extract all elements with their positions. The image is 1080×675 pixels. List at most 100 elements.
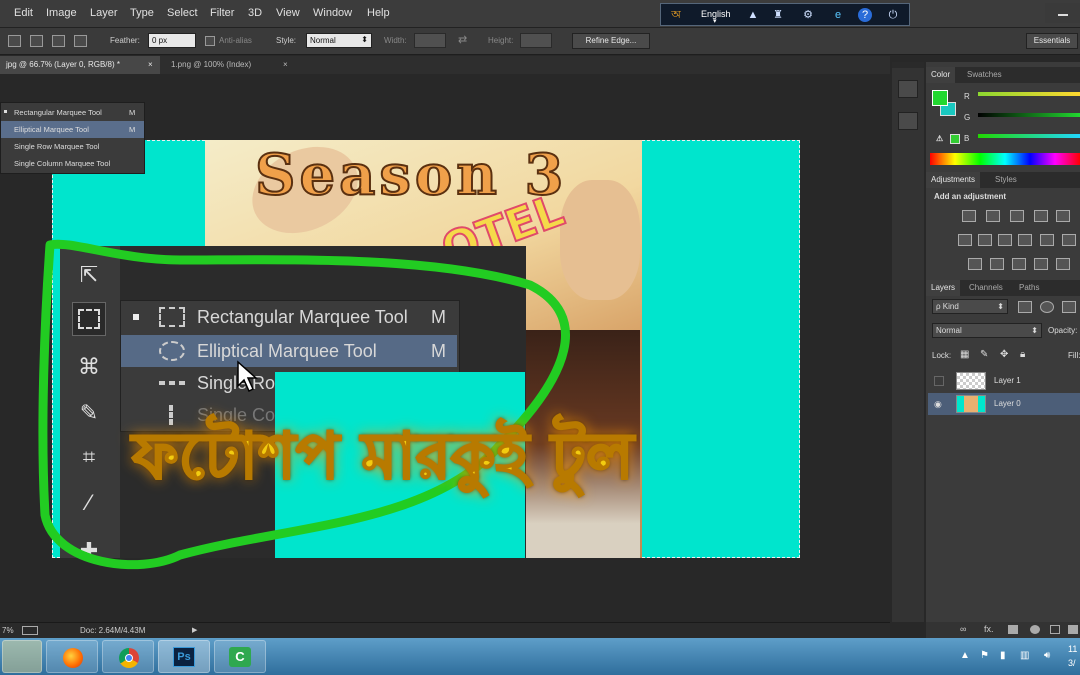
filter-pixel-icon[interactable] [1018,301,1032,313]
swap-icon[interactable]: ⇄ [458,33,467,46]
brightness-icon[interactable] [962,210,976,222]
internet-explorer-icon[interactable]: e [831,8,845,22]
tab-swatches[interactable]: Swatches [962,67,1007,83]
flyout-single-row[interactable]: Single Row Marquee Tool [1,138,144,155]
width-input[interactable] [414,33,446,48]
lock-all-icon[interactable]: 🔒︎ [1020,349,1025,360]
visibility-toggle[interactable] [934,376,944,386]
tab-adjustments[interactable]: Adjustments [926,172,981,188]
workspace-button[interactable]: Essentials [1026,33,1078,49]
chrome-icon[interactable] [102,640,154,673]
menu-image[interactable]: Image [46,7,77,19]
menu-layer[interactable]: Layer [90,7,118,19]
file-explorer-icon[interactable] [2,640,42,673]
new-adjustment-icon[interactable] [1030,625,1040,634]
tab-color[interactable]: Color [926,67,956,83]
flyout-elliptical[interactable]: Elliptical Marquee Tool M [1,121,144,138]
layer-row[interactable]: ◉ Layer 0 [928,393,1080,415]
menu-select[interactable]: Select [167,7,198,19]
vibrance-icon[interactable] [1056,210,1070,222]
r-slider[interactable] [978,92,1080,96]
filter-type-icon[interactable] [1062,301,1076,313]
firefox-icon[interactable] [46,640,98,673]
tab-styles[interactable]: Styles [990,172,1022,188]
selective-color-icon[interactable] [1034,258,1048,270]
new-selection-icon[interactable] [8,35,21,47]
gear-icon[interactable]: ⚙ [801,8,815,22]
status-menu-arrow-icon[interactable]: ▶ [192,626,197,634]
web-color-swatch[interactable] [950,134,960,144]
photo-filter-icon[interactable] [1018,234,1032,246]
color-spectrum[interactable] [930,153,1080,165]
menu-type[interactable]: Type [130,7,154,19]
new-group-icon[interactable] [1050,625,1060,634]
channel-mixer-icon[interactable] [1040,234,1054,246]
flyout-rectangular[interactable]: Rectangular Marquee Tool M [1,104,144,121]
layer-filter-select[interactable]: ρ Kind ⬍ [932,299,1008,314]
lock-transparent-icon[interactable]: ▦ [960,349,969,360]
layer-row[interactable]: Layer 1 [928,370,1080,392]
lock-move-icon[interactable]: ✥ [1000,349,1008,360]
language-bar[interactable]: অ English ▾ ▲ ♜ ⚙ e ? ⏻ [660,3,910,26]
menu-view[interactable]: View [276,7,300,19]
style-select[interactable]: Normal ⬍ [306,33,372,48]
foreground-color-swatch[interactable] [932,90,948,106]
clock-time[interactable]: 11 [1068,644,1077,654]
menu-filter[interactable]: Filter [210,7,234,19]
intersect-selection-icon[interactable] [74,35,87,47]
menu-3d[interactable]: 3D [248,7,262,19]
close-icon[interactable]: × [283,56,288,74]
dock-grip[interactable] [892,62,924,68]
menu-window[interactable]: Window [313,7,352,19]
feather-input[interactable]: 0 px [148,33,196,48]
eye-icon[interactable]: ◉ [934,399,944,409]
properties-icon[interactable] [898,112,918,130]
posterize-icon[interactable] [990,258,1004,270]
zoom-level[interactable]: 7% [2,626,14,635]
add-selection-icon[interactable] [30,35,43,47]
color-lookup-icon[interactable] [1062,234,1076,246]
tab-channels[interactable]: Channels [964,280,1008,296]
fx-icon[interactable]: fx. [984,624,994,634]
blend-mode-select[interactable]: Normal ⬍ [932,323,1042,338]
history-icon[interactable] [898,80,918,98]
levels-icon[interactable] [986,210,1000,222]
antialias-checkbox[interactable] [205,36,215,46]
black-white-icon[interactable] [998,234,1012,246]
close-icon[interactable]: × [148,56,153,74]
menu-edit[interactable]: Edit [14,7,33,19]
tab-document-1[interactable]: jpg @ 66.7% (Layer 0, RGB/8) * × [0,56,160,74]
power-icon[interactable]: ⏻ [886,8,900,22]
photoshop-icon[interactable]: Ps [158,640,210,673]
tab-paths[interactable]: Paths [1014,280,1044,296]
camtasia-icon[interactable]: C [214,640,266,673]
minimize-icon[interactable] [1045,3,1080,23]
b-slider[interactable] [978,134,1080,138]
invert-icon[interactable] [968,258,982,270]
new-layer-icon[interactable] [1068,625,1078,634]
tool-icon[interactable]: ♜ [771,8,785,22]
add-mask-icon[interactable] [1008,625,1018,634]
filter-adjustment-icon[interactable] [1040,301,1054,313]
gradient-map-icon[interactable] [1056,258,1070,270]
color-balance-icon[interactable] [978,234,992,246]
help-icon[interactable]: ? [858,8,872,22]
threshold-icon[interactable] [1012,258,1026,270]
exposure-icon[interactable] [1034,210,1048,222]
flyout-single-column[interactable]: Single Column Marquee Tool [1,155,144,172]
tab-document-2[interactable]: 1.png @ 100% (Index) × [165,56,295,74]
keyboard-icon[interactable]: ▲ [746,8,760,22]
battery-icon[interactable]: ▮ [1000,650,1006,661]
clock-date[interactable]: 3/ [1068,658,1076,668]
lock-brush-icon[interactable]: ✎ [980,349,988,360]
tab-layers[interactable]: Layers [926,280,961,296]
height-input[interactable] [520,33,552,48]
tray-arrow-icon[interactable]: ▲ [960,650,970,661]
curves-icon[interactable] [1010,210,1024,222]
network-icon[interactable]: ▥ [1020,650,1029,661]
menu-help[interactable]: Help [367,7,390,19]
status-icon[interactable] [22,626,38,635]
volume-icon[interactable]: 🔊︎ [1044,650,1050,661]
link-layers-icon[interactable]: ∞ [960,624,966,634]
hue-saturation-icon[interactable] [958,234,972,246]
